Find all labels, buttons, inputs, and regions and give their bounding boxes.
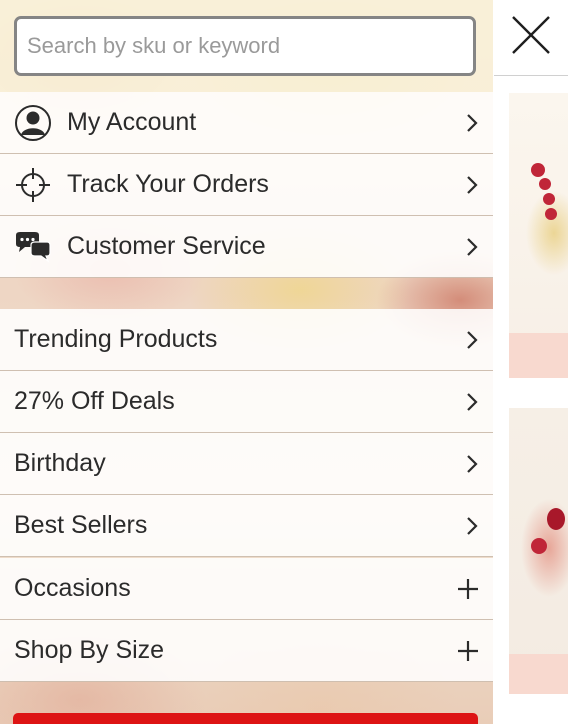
search-bar [0,0,493,92]
menu-item-label: Shop By Size [14,636,165,664]
menu-item-my-account[interactable]: My Account [0,92,493,154]
menu-item-shop-by-size[interactable]: Shop By Size [0,620,493,682]
drawer-bottom-button[interactable] [13,713,478,724]
menu-item-label: Customer Service [67,232,266,260]
menu-item-label: Track Your Orders [67,170,269,198]
product-label-band [509,654,568,694]
chevron-right-icon [465,371,479,432]
fruit-decoration [531,538,547,554]
fruit-decoration [547,508,565,530]
fruit-decoration [539,178,551,190]
menu-item-label: Occasions [14,574,131,602]
product-label-band [509,333,568,378]
chevron-right-icon [465,309,479,370]
plus-icon [457,558,479,619]
menu-item-label: Best Sellers [14,511,148,539]
fruit-decoration [543,193,555,205]
menu-item-label: My Account [67,108,197,136]
product-image[interactable] [509,408,568,693]
crosshair-icon [13,165,53,205]
chevron-right-icon [465,433,479,494]
navigation-drawer: My Account Track Your Orders [0,0,493,724]
menu-item-track-orders[interactable]: Track Your Orders [0,154,493,216]
menu-item-label: Birthday [14,449,106,477]
menu-item-label: Trending Products [14,325,218,353]
close-menu-button[interactable] [494,0,568,76]
menu-item-customer-service[interactable]: Customer Service [0,216,493,278]
menu-item-trending-products[interactable]: Trending Products [0,309,493,371]
chevron-right-icon [465,154,479,215]
plus-icon [457,620,479,681]
menu-item-deals[interactable]: 27% Off Deals [0,371,493,433]
chat-bubbles-icon [13,227,53,267]
fruit-decoration [545,208,557,220]
menu-item-best-sellers[interactable]: Best Sellers [0,495,493,557]
close-icon [511,15,551,60]
chevron-right-icon [465,495,479,556]
menu-item-birthday[interactable]: Birthday [0,433,493,495]
fruit-decoration [531,163,545,177]
search-input[interactable] [14,16,476,76]
user-icon [13,103,53,143]
chevron-right-icon [465,92,479,153]
chevron-right-icon [465,216,479,277]
menu-item-label: 27% Off Deals [14,387,175,415]
menu-item-occasions[interactable]: Occasions [0,558,493,620]
